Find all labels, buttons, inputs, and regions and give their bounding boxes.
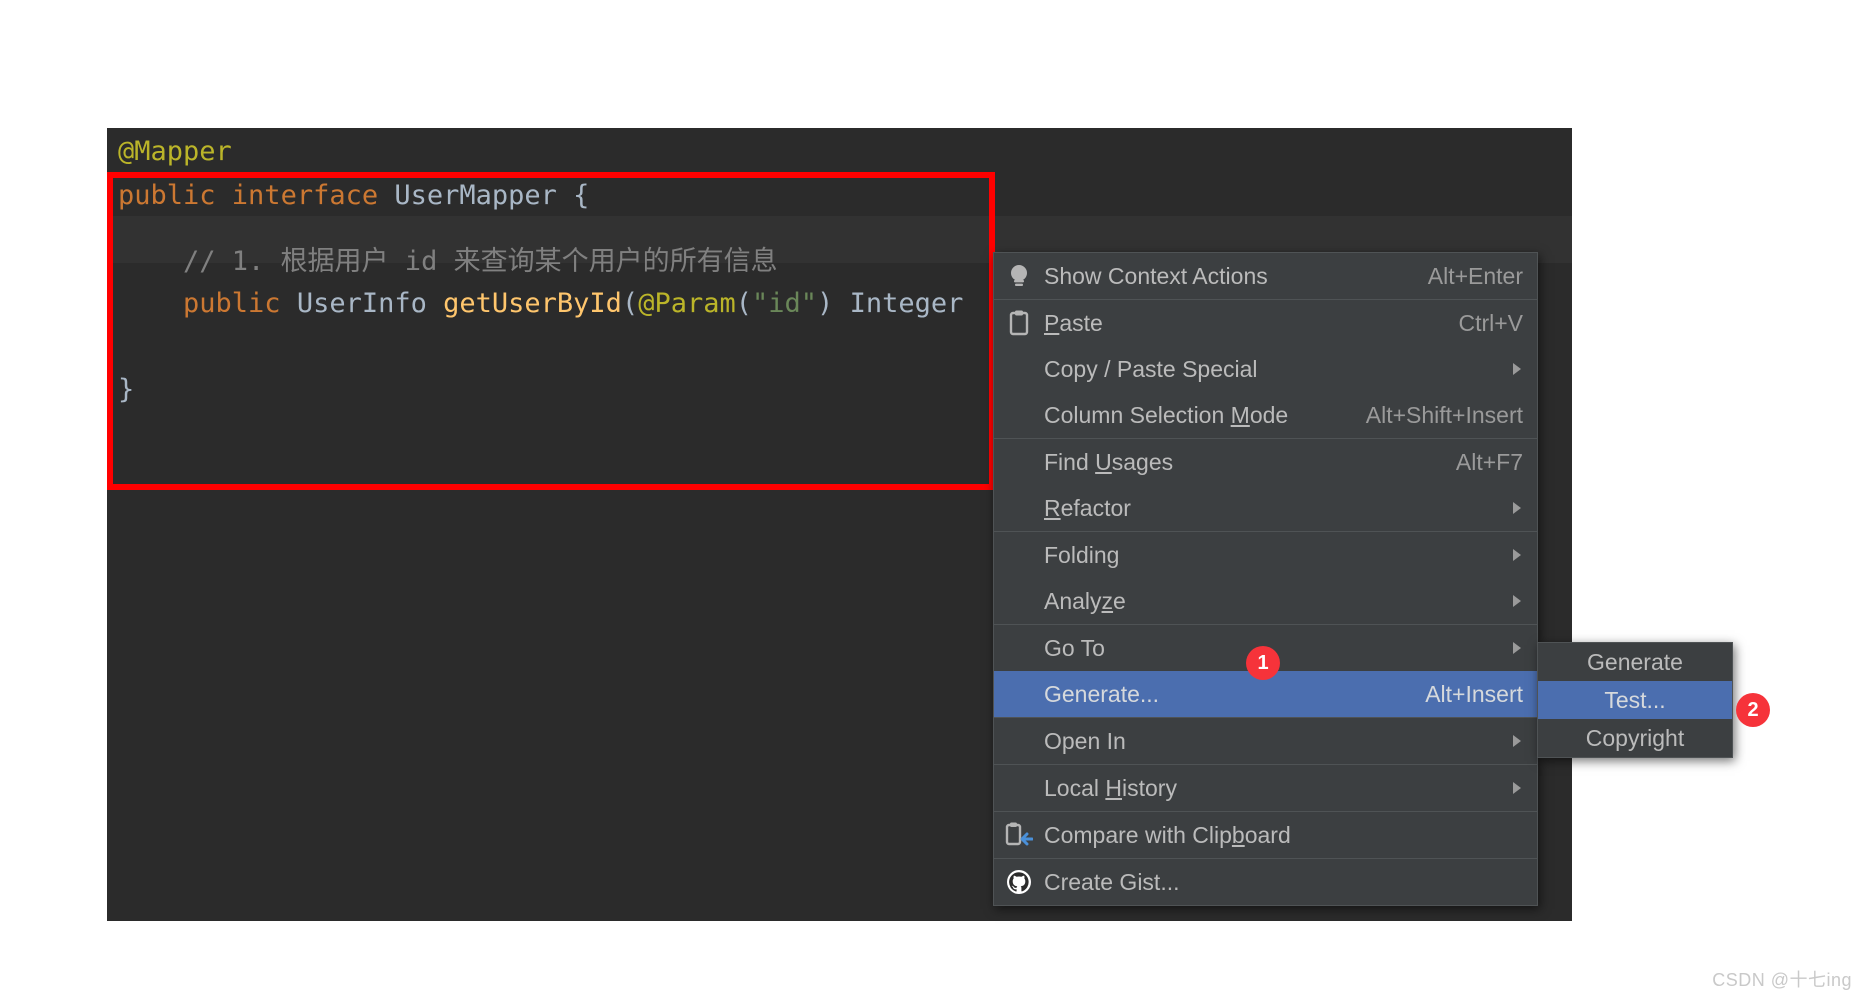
menu-item-show-context-actions[interactable]: Show Context Actions Alt+Enter bbox=[994, 253, 1537, 299]
code-token: // 1. 根据用户 id 来查询某个用户的所有信息 bbox=[118, 246, 778, 277]
menu-item-compare-with-clipboard[interactable]: Compare with Clipboard bbox=[994, 812, 1537, 858]
menu-item-paste[interactable]: Paste Ctrl+V bbox=[994, 300, 1537, 346]
menu-item-folding[interactable]: Folding bbox=[994, 532, 1537, 578]
watermark: CSDN @十七ing bbox=[1712, 970, 1852, 990]
compare-clipboard-icon bbox=[994, 822, 1044, 848]
menu-item-shortcut: Alt+F7 bbox=[1455, 448, 1523, 475]
code-token: { bbox=[556, 180, 590, 211]
menu-item-find-usages[interactable]: Find Usages Alt+F7 bbox=[994, 439, 1537, 485]
step-badge-2: 2 bbox=[1736, 693, 1770, 727]
menu-item-label: Show Context Actions bbox=[1044, 262, 1268, 289]
menu-item-label: Copy / Paste Special bbox=[1044, 355, 1258, 382]
menu-item-label: Paste bbox=[1044, 309, 1103, 336]
code-token: "id" bbox=[752, 288, 818, 319]
menu-item-label: Refactor bbox=[1044, 494, 1131, 521]
clipboard-icon bbox=[994, 310, 1044, 336]
code-token: ( bbox=[735, 288, 753, 319]
submenu-arrow-icon bbox=[1497, 781, 1537, 795]
menu-item-label: Open In bbox=[1044, 727, 1126, 754]
lightbulb-icon bbox=[994, 263, 1044, 289]
submenu-item-copyright[interactable]: Copyright bbox=[1538, 719, 1732, 757]
code-token: UserInfo bbox=[296, 288, 444, 319]
menu-item-local-history[interactable]: Local History bbox=[994, 765, 1537, 811]
submenu-item-generate[interactable]: Generate bbox=[1538, 643, 1732, 681]
menu-item-shortcut: Ctrl+V bbox=[1458, 309, 1523, 336]
step-badge-1: 1 bbox=[1246, 646, 1280, 680]
menu-item-refactor[interactable]: Refactor bbox=[994, 485, 1537, 531]
submenu-item-test[interactable]: Test... bbox=[1538, 681, 1732, 719]
menu-item-open-in[interactable]: Open In bbox=[994, 718, 1537, 764]
code-token: public bbox=[118, 180, 232, 211]
submenu-arrow-icon bbox=[1497, 734, 1537, 748]
submenu-arrow-icon bbox=[1497, 548, 1537, 562]
code-token: getUserById bbox=[443, 288, 622, 319]
menu-item-label: Analyze bbox=[1044, 587, 1126, 614]
submenu-arrow-icon bbox=[1497, 641, 1537, 655]
code-token: ( bbox=[621, 288, 639, 319]
submenu-arrow-icon bbox=[1497, 501, 1537, 515]
menu-item-shortcut: Alt+Enter bbox=[1427, 262, 1523, 289]
code-token: @Mapper bbox=[118, 136, 232, 167]
generate-submenu[interactable]: Generate Test... Copyright bbox=[1537, 642, 1733, 758]
menu-item-analyze[interactable]: Analyze bbox=[994, 578, 1537, 624]
github-icon bbox=[994, 869, 1044, 895]
menu-item-label: Create Gist... bbox=[1044, 868, 1180, 895]
code-token: @Param bbox=[638, 288, 736, 319]
submenu-arrow-icon bbox=[1497, 362, 1537, 376]
menu-item-label: Compare with Clipboard bbox=[1044, 821, 1291, 848]
menu-item-label: Folding bbox=[1044, 541, 1120, 568]
code-token: public bbox=[118, 288, 297, 319]
submenu-item-label: Test... bbox=[1604, 686, 1666, 713]
menu-item-label: Column Selection Mode bbox=[1044, 401, 1289, 428]
code-line: @Mapper bbox=[107, 128, 1572, 175]
menu-item-create-gist[interactable]: Create Gist... bbox=[994, 859, 1537, 905]
menu-item-shortcut: Alt+Insert bbox=[1425, 680, 1523, 707]
submenu-item-label: Copyright bbox=[1585, 724, 1685, 751]
menu-item-label: Local History bbox=[1044, 774, 1177, 801]
code-token: Integer bbox=[849, 288, 964, 319]
code-token: UserMapper bbox=[394, 180, 557, 211]
menu-item-shortcut: Alt+Shift+Insert bbox=[1365, 401, 1523, 428]
code-line: public interface UserMapper { bbox=[107, 172, 1572, 219]
menu-item-copy-paste-special[interactable]: Copy / Paste Special bbox=[994, 346, 1537, 392]
menu-item-label: Generate... bbox=[1044, 680, 1160, 707]
submenu-item-label: Generate bbox=[1587, 648, 1683, 675]
menu-item-label: Find Usages bbox=[1044, 448, 1174, 475]
code-token: ) bbox=[817, 288, 850, 319]
menu-item-column-selection-mode[interactable]: Column Selection Mode Alt+Shift+Insert bbox=[994, 392, 1537, 438]
code-token: interface bbox=[231, 180, 395, 211]
submenu-arrow-icon bbox=[1497, 594, 1537, 608]
code-token: } bbox=[118, 374, 135, 405]
editor-context-menu[interactable]: Show Context Actions Alt+Enter Paste Ctrl+V… bbox=[993, 252, 1538, 906]
